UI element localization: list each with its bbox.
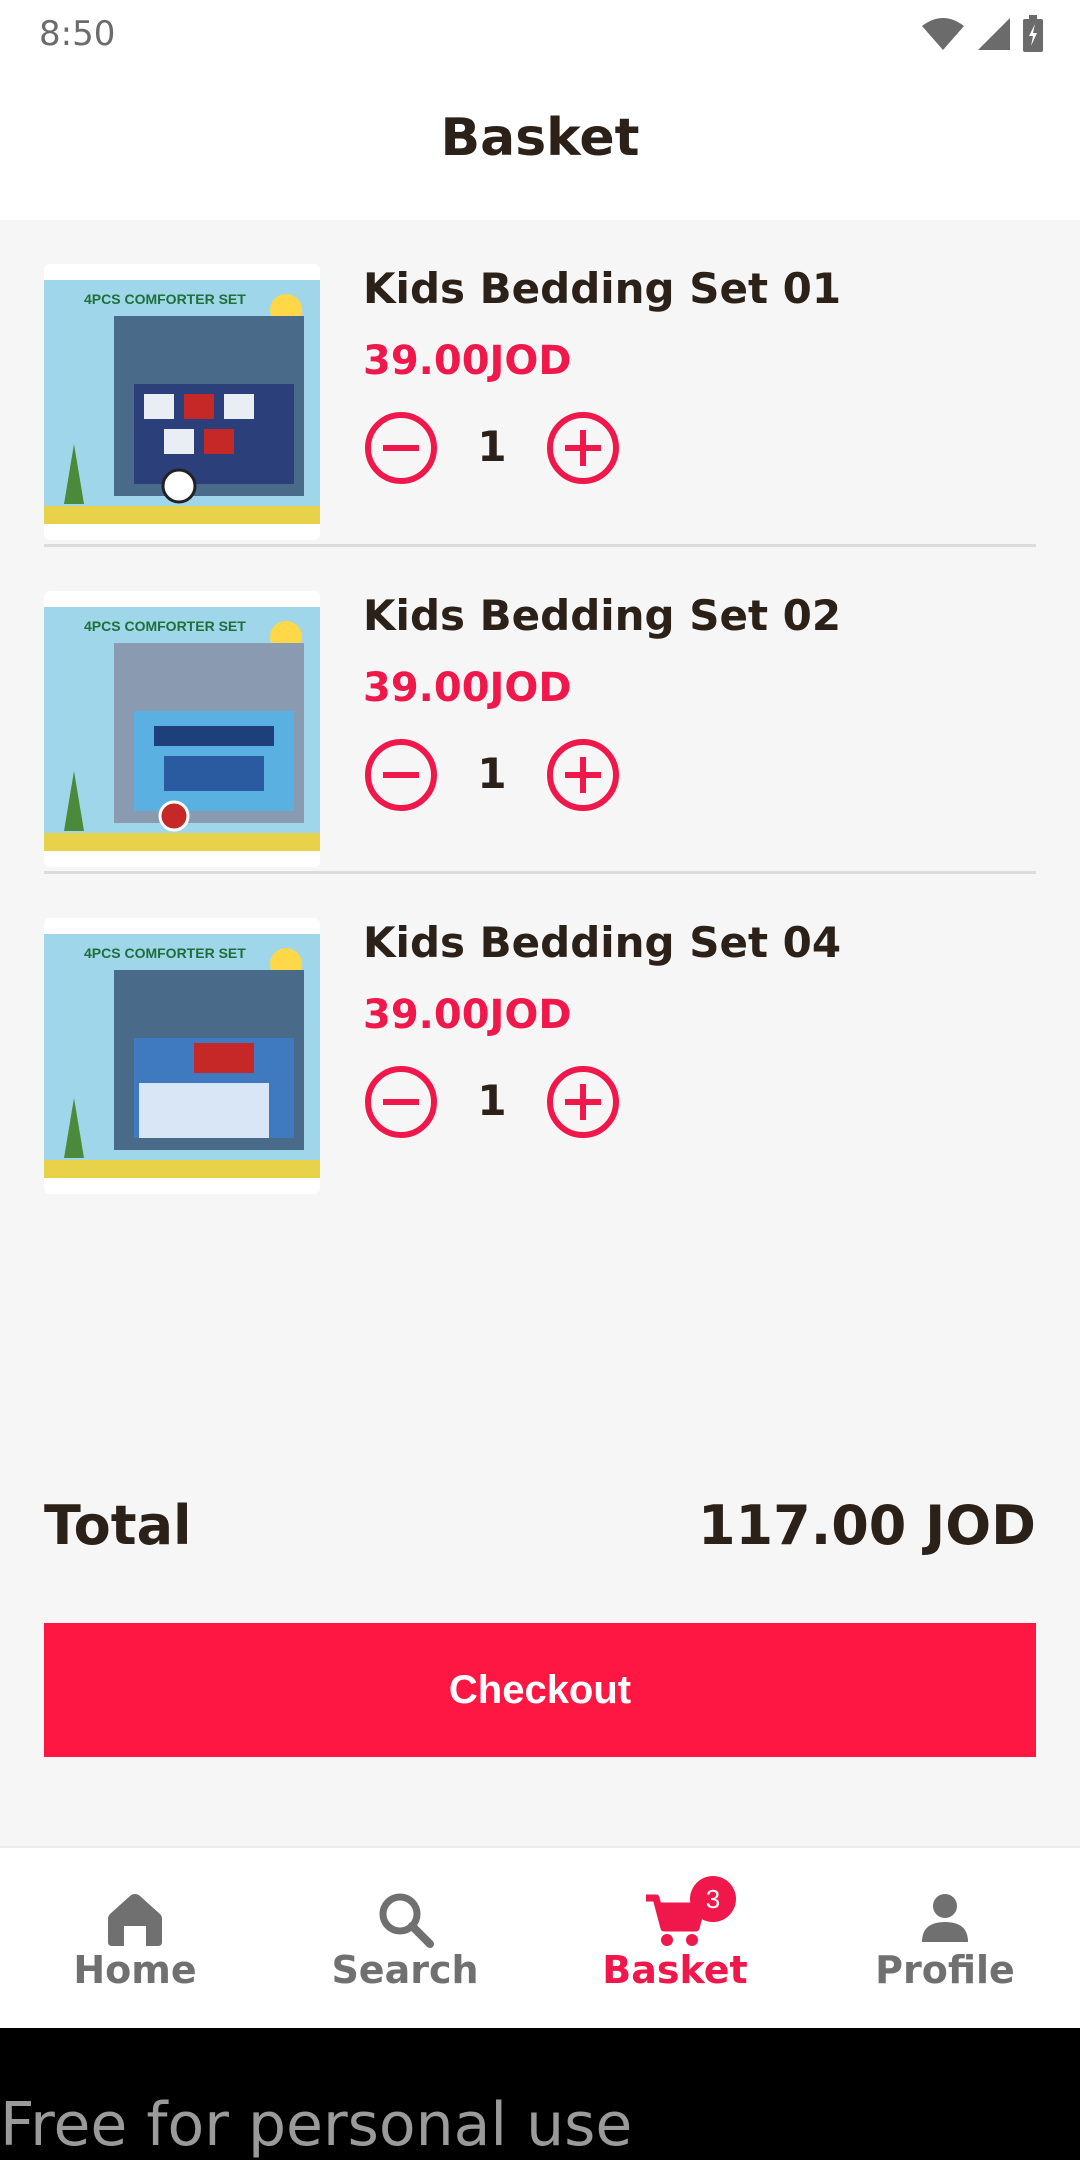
product-price: 39.00JOD	[363, 338, 572, 384]
total-value: 117.00 JOD	[697, 1494, 1036, 1557]
checkout-button-label: Checkout	[448, 1667, 632, 1712]
watermark-text: Free for personal use	[0, 2090, 633, 2160]
quantity-value: 1	[477, 422, 507, 471]
home-icon	[108, 1894, 162, 1946]
quantity-value: 1	[477, 1076, 507, 1125]
nav-item-search[interactable]: Search	[270, 1848, 540, 2030]
basket-item: 4PCS COMFORTER SET Kids Bedding Set 02 3…	[44, 547, 1036, 874]
signal-icon	[978, 18, 1010, 50]
page-title: Basket	[440, 108, 640, 168]
total-row: Total 117.00 JOD	[44, 1494, 1036, 1557]
wifi-icon	[922, 18, 964, 50]
app-header: Basket	[0, 66, 1080, 220]
search-icon	[379, 1893, 434, 1948]
nav-label-basket: Basket	[602, 1948, 748, 1992]
product-price: 39.00JOD	[363, 665, 572, 711]
product-name: Kids Bedding Set 04	[363, 918, 842, 967]
product-image[interactable]: 4PCS COMFORTER SET	[44, 591, 320, 867]
decrease-quantity-button[interactable]	[363, 737, 439, 813]
product-name: Kids Bedding Set 01	[363, 264, 842, 313]
checkout-button[interactable]: Checkout	[44, 1623, 1036, 1757]
product-image[interactable]: 4PCS COMFORTER SET	[44, 918, 320, 1194]
basket-count-badge: 3	[690, 1876, 736, 1922]
nav-label-home: Home	[73, 1948, 197, 1992]
quantity-stepper: 1	[363, 410, 663, 486]
quantity-stepper: 1	[363, 1064, 663, 1140]
nav-label-profile: Profile	[875, 1948, 1015, 1992]
nav-item-profile[interactable]: Profile	[810, 1848, 1080, 2030]
svg-text:4PCS COMFORTER SET: 4PCS COMFORTER SET	[84, 618, 246, 634]
nav-label-search: Search	[331, 1948, 479, 1992]
profile-icon	[922, 1894, 968, 1942]
status-icons	[920, 14, 1044, 54]
nav-item-home[interactable]: Home	[0, 1848, 270, 2030]
nav-item-basket[interactable]: 3 Basket	[540, 1848, 810, 2030]
decrease-quantity-button[interactable]	[363, 1064, 439, 1140]
increase-quantity-button[interactable]	[545, 737, 621, 813]
watermark-bar: Free for personal use	[0, 2028, 1080, 2160]
increase-quantity-button[interactable]	[545, 410, 621, 486]
battery-icon	[1023, 15, 1043, 52]
product-name: Kids Bedding Set 02	[363, 591, 842, 640]
total-label: Total	[44, 1494, 192, 1557]
quantity-stepper: 1	[363, 737, 663, 813]
svg-text:4PCS COMFORTER SET: 4PCS COMFORTER SET	[84, 945, 246, 961]
basket-item: 4PCS COMFORTER SET Kids Bedding Set 01 3…	[44, 220, 1036, 547]
basket-item: 4PCS COMFORTER SET Kids Bedding Set 04 3…	[44, 874, 1036, 1201]
status-bar: 8:50	[0, 0, 1080, 66]
decrease-quantity-button[interactable]	[363, 410, 439, 486]
product-price: 39.00JOD	[363, 992, 572, 1038]
bottom-navigation: Home Search 3 Basket Profile	[0, 1846, 1080, 2030]
product-image[interactable]: 4PCS COMFORTER SET	[44, 264, 320, 540]
status-time: 8:50	[39, 14, 116, 54]
quantity-value: 1	[477, 749, 507, 798]
increase-quantity-button[interactable]	[545, 1064, 621, 1140]
svg-text:4PCS COMFORTER SET: 4PCS COMFORTER SET	[84, 291, 246, 307]
